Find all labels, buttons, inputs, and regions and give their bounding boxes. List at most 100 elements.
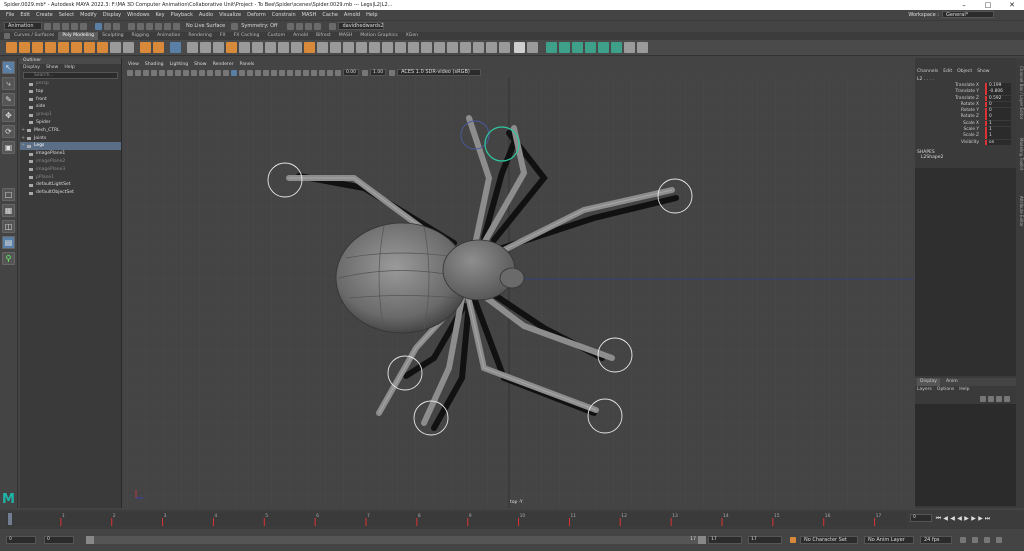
exposure-field[interactable]: 0.00 <box>343 69 360 76</box>
chamfer-icon[interactable] <box>527 42 538 53</box>
merge-icon[interactable] <box>447 42 458 53</box>
viewport-canvas[interactable] <box>124 58 913 508</box>
open-scene-icon[interactable] <box>53 22 60 30</box>
play-backward-icon[interactable]: ◀ <box>956 515 963 522</box>
outliner-item[interactable]: group1 <box>20 111 121 119</box>
textured-icon[interactable] <box>255 69 261 76</box>
menu-windows[interactable]: Windows <box>127 12 149 18</box>
menu-arnold[interactable]: Arnold <box>344 12 360 18</box>
live-surface-label[interactable]: No Live Surface <box>186 23 225 29</box>
move-tool-icon[interactable]: ✥ <box>2 109 15 122</box>
workspace-dropdown[interactable]: General* <box>942 11 994 18</box>
side-tab-modeling-toolkit[interactable]: Modeling Toolkit <box>1019 138 1024 170</box>
menu-display[interactable]: Display <box>103 12 121 18</box>
menu-file[interactable]: File <box>6 12 14 18</box>
current-time-marker[interactable] <box>8 513 12 525</box>
fps-dropdown[interactable]: 24 fps <box>920 536 952 544</box>
connect-icon[interactable] <box>369 42 380 53</box>
shelf-tab-mash[interactable]: MASH <box>335 32 356 40</box>
single-view-icon[interactable]: □ <box>2 188 15 201</box>
expand-icon[interactable]: + <box>21 135 25 143</box>
attribute-value[interactable]: 0 <box>985 108 1011 114</box>
outliner-item[interactable]: front <box>20 96 121 104</box>
retopologize-icon[interactable] <box>559 42 570 53</box>
shelf-tab-xgen[interactable]: XGen <box>402 32 422 40</box>
isolate-select-icon[interactable] <box>311 69 317 76</box>
sweep-mesh-icon[interactable] <box>123 42 134 53</box>
play-forward-icon[interactable]: ▶ <box>963 515 970 522</box>
save-scene-icon[interactable] <box>62 22 69 30</box>
extrude-icon[interactable] <box>304 42 315 53</box>
snap-grid-icon[interactable] <box>128 22 135 30</box>
snap-plane-icon[interactable] <box>155 22 162 30</box>
attribute-value[interactable]: 0 <box>985 101 1011 108</box>
viewport-menu-panels[interactable]: Panels <box>240 62 255 67</box>
attribute-value[interactable]: on <box>985 139 1011 146</box>
step-forward-frame-icon[interactable]: ▶ <box>970 515 977 522</box>
minimize-icon[interactable]: – <box>952 0 976 10</box>
fill-hole-icon[interactable] <box>278 42 289 53</box>
move-layer-up-icon[interactable] <box>980 396 986 402</box>
mesh-cleanup-icon[interactable] <box>624 42 635 53</box>
lasso-tool-icon[interactable]: ⤷ <box>2 77 15 90</box>
viewport[interactable] <box>124 58 913 508</box>
menu-help[interactable]: Help <box>366 12 377 18</box>
bevel-icon[interactable] <box>317 42 328 53</box>
attribute-value[interactable]: 0.199 <box>985 83 1011 89</box>
menu-cache[interactable]: Cache <box>322 12 338 18</box>
close-icon[interactable]: ✕ <box>1000 0 1024 10</box>
step-forward-key-icon[interactable]: ▶ <box>977 515 984 522</box>
safe-title-icon[interactable] <box>223 69 229 76</box>
color-management-icon[interactable] <box>389 69 396 76</box>
outliner-item[interactable]: pPlane1 <box>20 174 121 182</box>
render-settings-icon[interactable] <box>305 22 313 30</box>
outliner-item[interactable]: imagePlane3 <box>20 166 121 174</box>
depth-of-field-icon[interactable] <box>303 69 309 76</box>
select-component-icon[interactable] <box>113 22 120 30</box>
outliner-menu-show[interactable]: Show <box>46 64 58 71</box>
menu-visualize[interactable]: Visualize <box>219 12 241 18</box>
workspace-selector[interactable]: Workspace : General* <box>908 11 994 18</box>
menu-audio[interactable]: Audio <box>199 12 213 18</box>
insert-loop-icon[interactable] <box>408 42 419 53</box>
end-time-field[interactable]: 17 <box>748 536 782 544</box>
wireframe-icon[interactable] <box>231 69 237 76</box>
resolution-gate-icon[interactable] <box>191 69 197 76</box>
circularize-icon[interactable] <box>473 42 484 53</box>
wedge-icon[interactable] <box>499 42 510 53</box>
snap-vertex-icon[interactable] <box>173 22 180 30</box>
menu-deform[interactable]: Deform <box>247 12 266 18</box>
step-back-key-icon[interactable]: ◀ <box>942 515 949 522</box>
separate-icon[interactable] <box>200 42 211 53</box>
smooth-shade-icon[interactable] <box>239 69 245 76</box>
go-to-start-icon[interactable]: ⏮ <box>935 515 942 522</box>
bridge-icon[interactable] <box>291 42 302 53</box>
gamma-icon[interactable] <box>362 69 369 76</box>
lights-icon[interactable] <box>263 69 269 76</box>
select-hierarchy-icon[interactable] <box>95 22 102 30</box>
viewport-menu-view[interactable]: View <box>128 62 139 67</box>
side-tab-attribute-editor[interactable]: Attribute Editor <box>1019 196 1024 227</box>
start-time-field[interactable]: 0 <box>6 536 36 544</box>
shelf-tab-curves-surfaces[interactable]: Curves / Surfaces <box>10 32 58 40</box>
new-scene-icon[interactable] <box>44 22 51 30</box>
safe-action-icon[interactable] <box>215 69 221 76</box>
xray-icon[interactable] <box>319 69 325 76</box>
anti-aliasing-icon[interactable] <box>295 69 301 76</box>
attribute-value[interactable]: 0 <box>985 114 1011 120</box>
collapse-icon[interactable] <box>434 42 445 53</box>
outliner-item[interactable]: defaultObjectSet <box>20 189 121 197</box>
select-tool-icon[interactable]: ↖ <box>2 61 15 74</box>
poly-disc-icon[interactable] <box>84 42 95 53</box>
shelf-tab-rigging[interactable]: Rigging <box>128 32 153 40</box>
conform-icon[interactable] <box>546 42 557 53</box>
multi-cut-icon[interactable] <box>343 42 354 53</box>
poly-svg-icon[interactable] <box>153 42 164 53</box>
menu-playback[interactable]: Playback <box>171 12 193 18</box>
film-gate-icon[interactable] <box>183 69 189 76</box>
wireframe-on-shaded-icon[interactable] <box>247 69 253 76</box>
gate-mask-icon[interactable] <box>199 69 205 76</box>
boolean-icon[interactable] <box>226 42 237 53</box>
range-slider-end-handle[interactable] <box>698 536 706 544</box>
smooth-icon[interactable] <box>239 42 250 53</box>
